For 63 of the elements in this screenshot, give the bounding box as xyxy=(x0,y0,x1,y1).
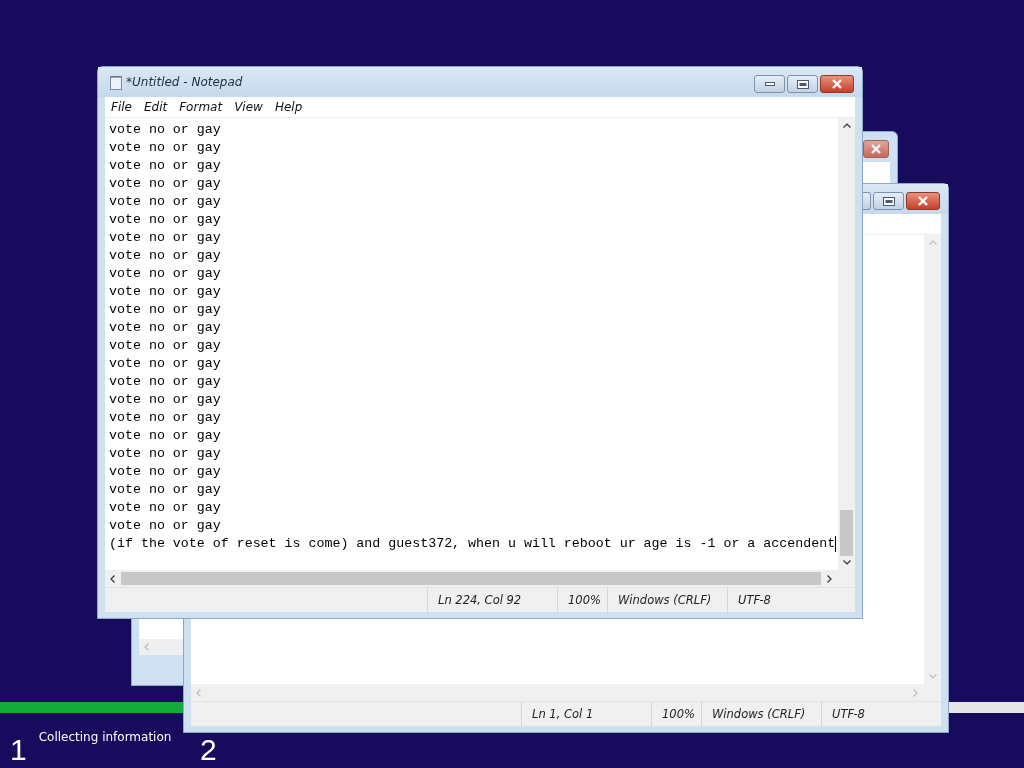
close-button[interactable] xyxy=(906,192,940,210)
notepad-icon xyxy=(110,74,122,90)
menu-item[interactable]: Help xyxy=(274,100,303,114)
menu-item[interactable]: View xyxy=(234,100,263,114)
text-line: (if the vote of reset is come) and guest372, when u will reboot ur age is -1 or a accendent xyxy=(109,535,836,553)
text-line: vote no or gay xyxy=(109,211,221,229)
horizontal-scrollbar[interactable] xyxy=(105,570,855,587)
close-icon xyxy=(917,196,929,206)
text-line: vote no or gay xyxy=(109,499,221,517)
text-line: vote no or gay xyxy=(109,517,221,535)
scroll-up-icon[interactable] xyxy=(842,123,851,128)
status-field: UTF-8 xyxy=(821,702,931,726)
close-button[interactable] xyxy=(820,75,854,93)
menu-item[interactable]: File xyxy=(111,100,132,114)
text-line: vote no or gay xyxy=(109,445,221,463)
step-number: 2 xyxy=(200,734,217,766)
scroll-left-icon[interactable] xyxy=(110,574,115,583)
close-icon xyxy=(831,79,843,89)
text-line: vote no or gay xyxy=(109,229,221,247)
text-line: vote no or gay xyxy=(109,409,221,427)
scroll-down-icon[interactable] xyxy=(842,560,851,565)
close-button[interactable] xyxy=(863,140,889,158)
close-icon xyxy=(870,144,882,154)
text-line: vote no or gay xyxy=(109,121,221,139)
text-line: vote no or gay xyxy=(109,193,221,211)
text-line: vote no or gay xyxy=(109,427,221,445)
text-line: vote no or gay xyxy=(109,139,221,157)
text-line: vote no or gay xyxy=(109,391,221,409)
text-line: vote no or gay xyxy=(109,247,221,265)
status-field: Windows (CRLF) xyxy=(701,702,821,726)
text-line: vote no or gay xyxy=(109,373,221,391)
scroll-right-icon[interactable] xyxy=(827,574,832,583)
status-field: 100% xyxy=(651,702,701,726)
text-cursor xyxy=(835,536,837,552)
window-title: *Untitled - Notepad xyxy=(126,75,243,89)
step-label: Collecting information xyxy=(38,730,172,744)
maximize-button[interactable] xyxy=(787,75,818,93)
text-line: vote no or gay xyxy=(109,283,221,301)
text-line: vote no or gay xyxy=(109,175,221,193)
minimize-button[interactable] xyxy=(754,75,785,93)
text-line: vote no or gay xyxy=(109,157,221,175)
maximize-icon xyxy=(882,196,895,206)
maximize-button[interactable] xyxy=(873,192,904,210)
scroll-thumb[interactable] xyxy=(840,510,853,556)
maximize-icon xyxy=(796,79,809,89)
status-field: Ln 1, Col 1 xyxy=(521,702,651,726)
text-line: vote no or gay xyxy=(109,355,221,373)
step-number: 1 xyxy=(10,734,27,766)
minimize-icon xyxy=(764,82,775,86)
status-field: 100% xyxy=(557,588,607,612)
text-line: vote no or gay xyxy=(109,301,221,319)
text-line: vote no or gay xyxy=(109,481,221,499)
text-line: vote no or gay xyxy=(109,319,221,337)
menu-item[interactable]: Edit xyxy=(143,100,168,114)
status-field: Ln 224, Col 92 xyxy=(427,588,557,612)
vertical-scrollbar[interactable] xyxy=(838,118,855,570)
menu-item[interactable]: Format xyxy=(179,100,223,114)
status-field: Windows (CRLF) xyxy=(607,588,727,612)
scroll-thumb[interactable] xyxy=(121,572,821,585)
text-line: vote no or gay xyxy=(109,265,221,283)
text-line: vote no or gay xyxy=(109,337,221,355)
text-line: vote no or gay xyxy=(109,463,221,481)
status-field: UTF-8 xyxy=(727,588,837,612)
